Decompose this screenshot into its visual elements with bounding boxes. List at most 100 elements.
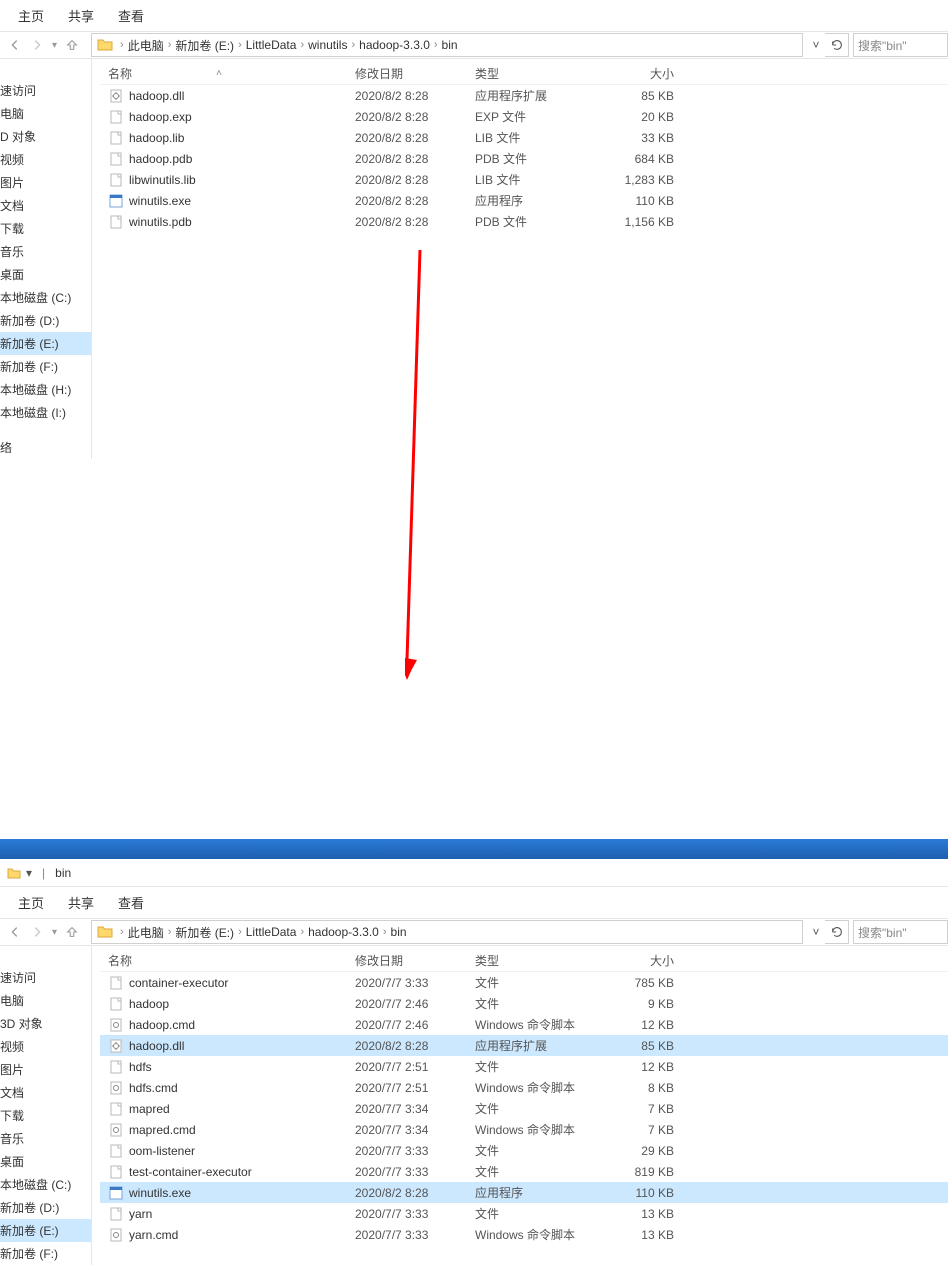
column-size[interactable]: 大小 — [595, 952, 680, 969]
chevron-right-icon[interactable]: › — [118, 926, 126, 938]
sidebar-item[interactable]: 音乐 — [0, 1127, 91, 1150]
sidebar-item[interactable]: 视频 — [0, 148, 91, 171]
address-bar[interactable]: › 此电脑 › 新加卷 (E:) › LittleData › hadoop-3… — [91, 920, 803, 944]
sidebar-item[interactable]: 络 — [0, 436, 91, 459]
table-row[interactable]: winutils.exe2020/8/2 8:28应用程序110 KB — [100, 1182, 948, 1203]
tab-home[interactable]: 主页 — [18, 6, 44, 25]
sidebar-item[interactable]: 电脑 — [0, 102, 91, 125]
breadcrumb-vol[interactable]: 新加卷 (E:) — [173, 924, 236, 941]
breadcrumb-d1[interactable]: LittleData — [244, 925, 299, 939]
chevron-right-icon[interactable]: › — [298, 926, 306, 938]
breadcrumb-d2[interactable]: hadoop-3.3.0 — [306, 925, 381, 939]
sidebar-item[interactable]: 下载 — [0, 1104, 91, 1127]
table-row[interactable]: test-container-executor2020/7/7 3:33文件81… — [100, 1161, 948, 1182]
address-bar[interactable]: › 此电脑 › 新加卷 (E:) › LittleData › winutils… — [91, 33, 803, 57]
column-name[interactable]: 名称 — [100, 952, 355, 969]
refresh-icon[interactable] — [825, 33, 849, 57]
nav-back-icon[interactable] — [8, 38, 22, 52]
nav-back-icon[interactable] — [8, 925, 22, 939]
sort-asc-icon[interactable]: ˄ — [212, 68, 222, 79]
nav-up-icon[interactable] — [65, 38, 79, 52]
sidebar-item[interactable]: 本地磁盘 (H:) — [0, 378, 91, 401]
sidebar-item[interactable]: 本地磁盘 (C:) — [0, 286, 91, 309]
table-row[interactable]: container-executor2020/7/7 3:33文件785 KB — [100, 972, 948, 993]
table-row[interactable]: hadoop.exp2020/8/2 8:28EXP 文件20 KB — [100, 106, 948, 127]
search-input[interactable]: 搜索"bin" — [853, 920, 948, 944]
table-row[interactable]: mapred2020/7/7 3:34文件7 KB — [100, 1098, 948, 1119]
tab-view[interactable]: 查看 — [118, 893, 144, 912]
sidebar-item[interactable]: 图片 — [0, 1058, 91, 1081]
sidebar-item[interactable]: 图片 — [0, 171, 91, 194]
table-row[interactable]: hadoop.dll2020/8/2 8:28应用程序扩展85 KB — [100, 85, 948, 106]
table-row[interactable]: hadoop.pdb2020/8/2 8:28PDB 文件684 KB — [100, 148, 948, 169]
chevron-right-icon[interactable]: › — [236, 39, 244, 51]
sidebar-item[interactable]: 新加卷 (D:) — [0, 1196, 91, 1219]
chevron-right-icon[interactable]: › — [381, 926, 389, 938]
nav-history-icon[interactable]: ▾ — [52, 927, 57, 938]
sidebar-item[interactable]: 新加卷 (F:) — [0, 1242, 91, 1265]
nav-history-icon[interactable]: ▾ — [52, 40, 57, 51]
chevron-right-icon[interactable]: › — [349, 39, 357, 51]
sidebar-item[interactable]: 速访问 — [0, 79, 91, 102]
sidebar-item[interactable]: 文档 — [0, 194, 91, 217]
refresh-icon[interactable] — [825, 920, 849, 944]
chevron-right-icon[interactable]: › — [118, 39, 126, 51]
table-row[interactable]: yarn.cmd2020/7/7 3:33Windows 命令脚本13 KB — [100, 1224, 948, 1245]
sidebar-item[interactable]: 本地磁盘 (C:) — [0, 1173, 91, 1196]
address-history-dropdown[interactable]: ˅ — [807, 925, 825, 939]
tab-home[interactable]: 主页 — [18, 893, 44, 912]
sidebar-item[interactable]: 3D 对象 — [0, 1012, 91, 1035]
breadcrumb-pc[interactable]: 此电脑 — [126, 924, 166, 941]
column-date[interactable]: 修改日期 — [355, 65, 475, 82]
breadcrumb-d1[interactable]: LittleData — [244, 38, 299, 52]
sidebar-item[interactable]: 桌面 — [0, 1150, 91, 1173]
table-row[interactable]: oom-listener2020/7/7 3:33文件29 KB — [100, 1140, 948, 1161]
chevron-right-icon[interactable]: › — [298, 39, 306, 51]
sidebar-item[interactable]: 本地磁盘 (I:) — [0, 401, 91, 424]
table-row[interactable]: yarn2020/7/7 3:33文件13 KB — [100, 1203, 948, 1224]
table-row[interactable]: hadoop2020/7/7 2:46文件9 KB — [100, 993, 948, 1014]
sidebar-item[interactable]: 桌面 — [0, 263, 91, 286]
table-row[interactable]: winutils.exe2020/8/2 8:28应用程序110 KB — [100, 190, 948, 211]
breadcrumb-pc[interactable]: 此电脑 — [126, 37, 166, 54]
column-type[interactable]: 类型 — [475, 952, 595, 969]
search-input[interactable]: 搜索"bin" — [853, 33, 948, 57]
chevron-right-icon[interactable]: › — [166, 926, 174, 938]
table-row[interactable]: hadoop.cmd2020/7/7 2:46Windows 命令脚本12 KB — [100, 1014, 948, 1035]
nav-forward-icon[interactable] — [30, 38, 44, 52]
table-row[interactable]: hdfs2020/7/7 2:51文件12 KB — [100, 1056, 948, 1077]
table-row[interactable]: libwinutils.lib2020/8/2 8:28LIB 文件1,283 … — [100, 169, 948, 190]
sidebar-item[interactable]: 电脑 — [0, 989, 91, 1012]
tab-share[interactable]: 共享 — [68, 6, 94, 25]
breadcrumb-vol[interactable]: 新加卷 (E:) — [173, 37, 236, 54]
column-size[interactable]: 大小 — [595, 65, 680, 82]
table-row[interactable]: hadoop.dll2020/8/2 8:28应用程序扩展85 KB — [100, 1035, 948, 1056]
sidebar-item[interactable]: D 对象 — [0, 125, 91, 148]
sidebar-item[interactable]: 速访问 — [0, 966, 91, 989]
sidebar-item[interactable]: 新加卷 (F:) — [0, 355, 91, 378]
chevron-right-icon[interactable]: › — [166, 39, 174, 51]
address-history-dropdown[interactable]: ˅ — [807, 38, 825, 52]
tab-view[interactable]: 查看 — [118, 6, 144, 25]
column-type[interactable]: 类型 — [475, 65, 595, 82]
table-row[interactable]: hadoop.lib2020/8/2 8:28LIB 文件33 KB — [100, 127, 948, 148]
sidebar-item[interactable]: 视频 — [0, 1035, 91, 1058]
table-row[interactable]: winutils.pdb2020/8/2 8:28PDB 文件1,156 KB — [100, 211, 948, 232]
sidebar-item[interactable]: 音乐 — [0, 240, 91, 263]
tab-share[interactable]: 共享 — [68, 893, 94, 912]
sidebar-item[interactable]: 新加卷 (E:) — [0, 332, 91, 355]
sidebar-item[interactable]: 新加卷 (E:) — [0, 1219, 91, 1242]
sidebar-item[interactable]: 文档 — [0, 1081, 91, 1104]
nav-forward-icon[interactable] — [30, 925, 44, 939]
nav-up-icon[interactable] — [65, 925, 79, 939]
toolbar-overflow-icon[interactable]: ▾ — [26, 866, 32, 880]
chevron-right-icon[interactable]: › — [236, 926, 244, 938]
chevron-right-icon[interactable]: › — [432, 39, 440, 51]
column-name[interactable]: 名称 ˄ — [100, 65, 355, 82]
breadcrumb-d3[interactable]: hadoop-3.3.0 — [357, 38, 432, 52]
breadcrumb-d3[interactable]: bin — [389, 925, 409, 939]
table-row[interactable]: mapred.cmd2020/7/7 3:34Windows 命令脚本7 KB — [100, 1119, 948, 1140]
column-date[interactable]: 修改日期 — [355, 952, 475, 969]
breadcrumb-d2[interactable]: winutils — [306, 38, 349, 52]
table-row[interactable]: hdfs.cmd2020/7/7 2:51Windows 命令脚本8 KB — [100, 1077, 948, 1098]
